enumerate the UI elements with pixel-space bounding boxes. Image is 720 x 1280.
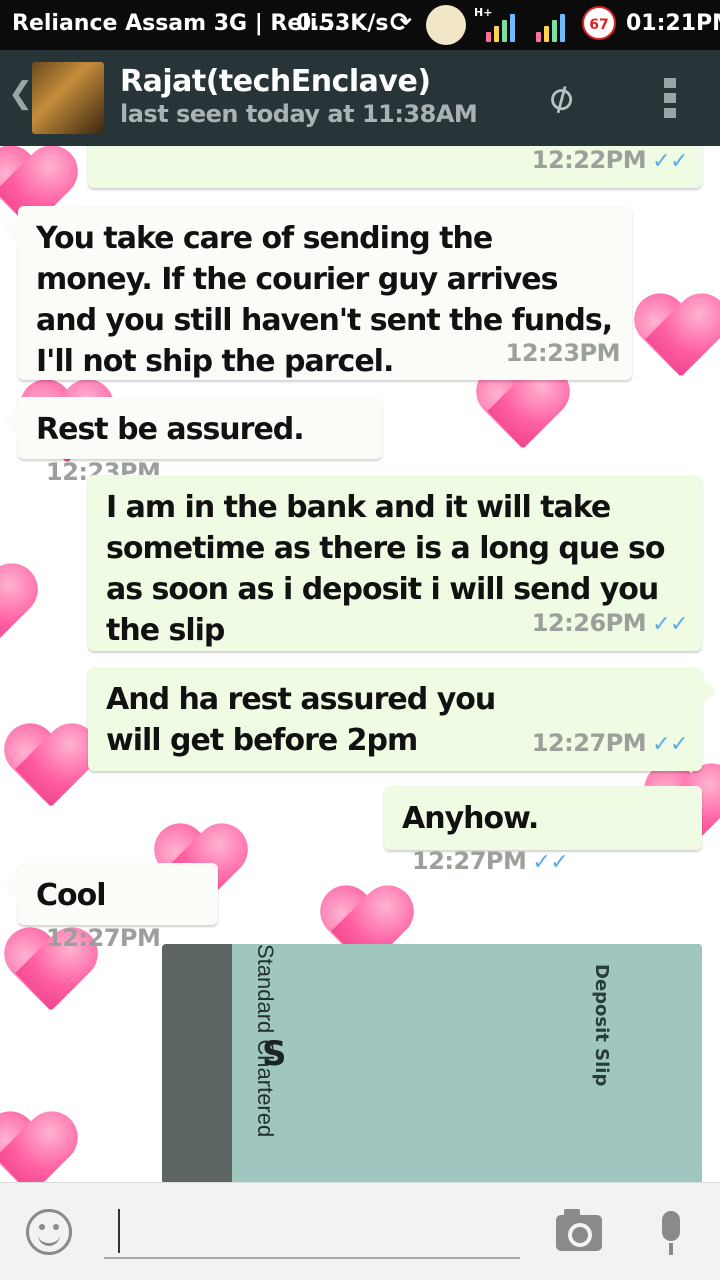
chat-header: ❮ Rajat(techEnclave) last seen today at … xyxy=(0,50,720,146)
message-input[interactable] xyxy=(104,1207,520,1259)
message-text: Cool xyxy=(36,878,107,913)
double-check-icon: ✓✓ xyxy=(652,612,688,637)
status-bar: Reliance Assam 3G | Reli... 0.53K/s ⟳ H+… xyxy=(0,0,720,50)
double-check-icon: ✓✓ xyxy=(652,732,688,757)
message-bubble-incoming[interactable]: Cool 12:27PM xyxy=(4,863,218,952)
signal-strength-icon-2 xyxy=(536,12,565,42)
message-time: 12:27PM xyxy=(531,729,647,757)
carrier-name: Reliance Assam 3G | Reli... xyxy=(12,11,343,36)
heart-wallpaper xyxy=(630,296,720,386)
message-bubble-outgoing[interactable]: And ha rest assured you will get before … xyxy=(88,667,716,771)
heart-wallpaper xyxy=(0,1114,80,1182)
message-time: 12:27PM xyxy=(46,924,161,952)
heart-wallpaper xyxy=(0,566,40,656)
chevron-left-icon[interactable]: ❮ xyxy=(8,76,33,111)
message-text: Rest be assured. xyxy=(36,412,305,447)
avatar[interactable] xyxy=(32,62,104,134)
message-bubble-incoming[interactable]: You take care of sending the money. If t… xyxy=(4,206,632,380)
heart-wallpaper xyxy=(0,726,100,816)
app-notification-icon xyxy=(426,5,466,45)
text-cursor xyxy=(118,1209,120,1253)
message-text: And ha rest assured you will get before … xyxy=(106,682,496,758)
message-time: 12:27PM xyxy=(412,847,527,875)
message-bubble-outgoing[interactable]: I am in the bank and it will take someti… xyxy=(88,475,702,651)
image-message[interactable]: Standard Chartered S Deposit Slip xyxy=(162,944,702,1182)
message-input-bar xyxy=(0,1182,720,1280)
message-text: Anyhow. xyxy=(402,801,539,836)
message-bubble-outgoing[interactable]: 12:22PM ✓✓ xyxy=(88,146,702,188)
message-time: 12:26PM xyxy=(531,609,647,637)
contact-name[interactable]: Rajat(techEnclave) xyxy=(120,64,431,99)
message-time: 12:23PM xyxy=(505,339,621,367)
camera-icon[interactable] xyxy=(556,1209,602,1251)
bank-logo-icon: S xyxy=(262,1034,287,1074)
message-bubble-outgoing[interactable]: Anyhow. 12:27PM ✓✓ xyxy=(384,786,702,875)
chat-area[interactable]: 12:22PM ✓✓ You take care of sending the m… xyxy=(0,146,720,1182)
double-check-icon: ✓✓ xyxy=(532,850,569,875)
microphone-icon[interactable] xyxy=(662,1211,680,1255)
network-speed: 0.53K/s xyxy=(296,11,389,36)
battery-badge: 67 xyxy=(582,6,616,40)
message-time: 12:22PM xyxy=(531,146,647,174)
status-time: 01:21PM xyxy=(626,11,720,36)
smiley-icon[interactable] xyxy=(26,1209,72,1255)
sync-icon: ⟳ xyxy=(390,8,412,38)
paperclip-icon[interactable]: ⌀ xyxy=(538,71,582,123)
signal-strength-icon xyxy=(486,12,515,42)
last-seen-status: last seen today at 11:38AM xyxy=(120,100,478,128)
overflow-menu-icon[interactable] xyxy=(664,78,678,118)
slip-title: Deposit Slip xyxy=(591,964,612,1087)
message-bubble-incoming[interactable]: Rest be assured. 12:23PM xyxy=(4,397,382,486)
double-check-icon: ✓✓ xyxy=(652,149,688,174)
